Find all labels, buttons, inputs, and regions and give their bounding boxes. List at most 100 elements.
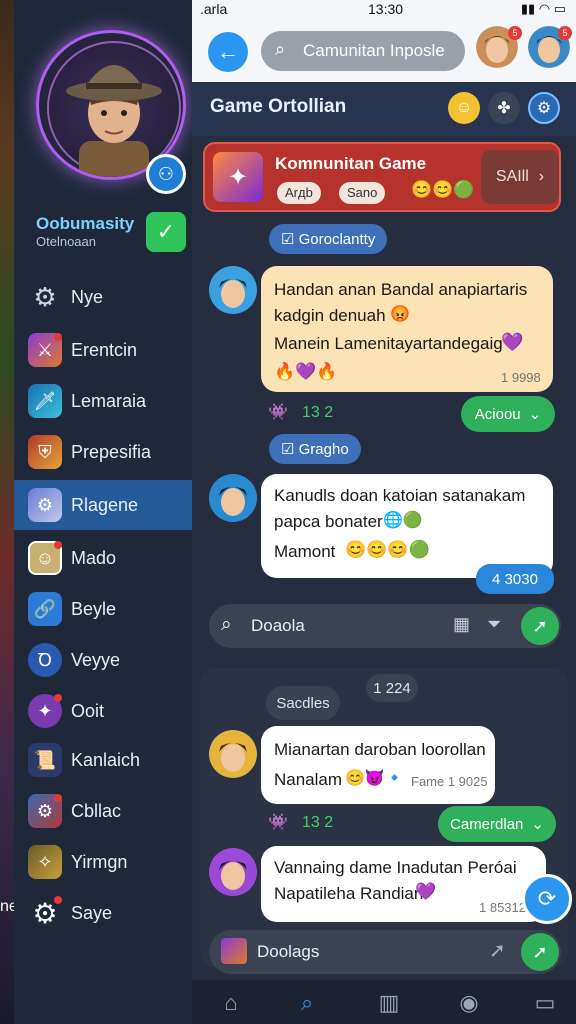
- message-text: Kanudls doan katoian satanakam: [274, 486, 526, 505]
- avatar[interactable]: [209, 474, 257, 522]
- search-icon[interactable]: ⌕: [292, 988, 322, 1018]
- message-input[interactable]: ⌕ Doaola ▦ ⏷ ➚: [209, 604, 561, 648]
- carrier-label: .arla: [200, 1, 228, 17]
- reaction-icon: 👾: [268, 404, 288, 421]
- chat-bubble[interactable]: Vannaing dame Inadutan Peróai Napatileha…: [261, 846, 546, 922]
- profile-card[interactable]: Oobumasity Otelnoaan ✓: [28, 210, 186, 254]
- sidebar-item-label: Lemaraia: [71, 390, 147, 411]
- send-icon: ➚: [532, 615, 548, 636]
- sidebar-item-rlagene[interactable]: ⚙ Rlagene: [14, 480, 192, 530]
- message-text: Handan anan Bandal anapiartaris: [274, 280, 528, 299]
- profile-icon[interactable]: ◉: [454, 988, 484, 1018]
- floating-action-button[interactable]: ⟳: [522, 874, 572, 924]
- chat-bubble[interactable]: Mianartan daroban loorollan Nanalam 😊😈🔹 …: [261, 726, 495, 804]
- emoji-reactions: 🔥💜🔥: [274, 362, 338, 381]
- notification-badge: 5: [508, 26, 522, 40]
- emoji-icon[interactable]: ☺: [448, 92, 480, 124]
- status-bar: .arla 13:30 ▮▮ ◠ ▭: [192, 0, 576, 20]
- sidebar-item-label: Nye: [71, 286, 104, 307]
- sidebar-item-erentcin[interactable]: ⚔ Erentcin: [14, 325, 192, 375]
- send-button[interactable]: ➚: [521, 933, 559, 971]
- treasure-icon: ✧: [28, 845, 62, 879]
- emoji-icon: 😡: [390, 306, 410, 323]
- action-label: Acioou: [474, 405, 521, 423]
- sidebar-item-yirmgn[interactable]: ✧ Yirmgn: [14, 837, 192, 887]
- search-placeholder: Camunitan Inposle: [303, 41, 445, 60]
- robot-icon: ⚙: [28, 488, 62, 522]
- sidebar-item-label: Rlagene: [71, 494, 139, 515]
- sidebar-item-nye[interactable]: ⚙ Nye: [14, 272, 192, 322]
- filter-icon[interactable]: ⏷: [487, 614, 501, 635]
- reaction-count: 13 2: [302, 814, 334, 831]
- sidebar-item-saye[interactable]: ⚙ Saye: [14, 888, 192, 938]
- search-icon: ⌕: [275, 39, 286, 59]
- sidebar-item-kanlaich[interactable]: 📜 Kanlaich: [14, 735, 192, 785]
- section-header: Game Ortollian ☺ ✤ ⚙: [192, 82, 576, 136]
- back-button[interactable]: ←: [208, 32, 248, 72]
- heart-icon: 💜: [415, 882, 437, 901]
- chat-label-pill[interactable]: ☑ Gragho: [269, 434, 361, 464]
- chevron-down-icon: ⌄: [531, 816, 544, 833]
- send-button[interactable]: ➚: [521, 607, 559, 645]
- bottom-message-input[interactable]: Doolags ➚ ➚: [209, 930, 561, 974]
- status-time: 13:30: [368, 1, 404, 17]
- link-icon: 🔗: [28, 592, 62, 626]
- chat-bubble[interactable]: Handan anan Bandal anapiartaris kadgin d…: [261, 266, 553, 392]
- search-input[interactable]: ⌕ Camunitan Inposle: [261, 31, 465, 71]
- game-tag[interactable]: Arдb: [277, 182, 321, 204]
- sidebar-item-label: Beyle: [71, 598, 117, 619]
- chat-label-pill[interactable]: ☑ Goroclantty: [269, 224, 388, 254]
- share-icon[interactable]: ➚: [489, 938, 506, 963]
- game-card[interactable]: ✦ Komnunitan Game Arдb Sano 😊😊🟢 SAIll ›: [203, 142, 561, 212]
- grid-icon[interactable]: ▦: [453, 614, 470, 635]
- chevron-down-icon: ⌄: [528, 406, 542, 423]
- sidebar-item-prepesifia[interactable]: ⛨ Prepesifia: [14, 427, 192, 477]
- notification-dot: [54, 541, 62, 549]
- avatar[interactable]: [209, 848, 257, 896]
- settings-icon[interactable]: ⚙: [528, 92, 560, 124]
- game-tag[interactable]: Sano: [339, 182, 386, 204]
- checkbox-icon: ☑: [281, 231, 299, 248]
- send-icon: ➚: [532, 941, 548, 962]
- sidebar-item-label: Prepesifia: [71, 441, 152, 462]
- fan-icon[interactable]: ✤: [488, 92, 520, 124]
- status-icons: ▮▮ ◠ ▭: [520, 1, 566, 16]
- emoji-reactions: 😊😈🔹: [345, 770, 405, 787]
- shield-icon: ⛨: [28, 435, 62, 469]
- sidebar-item-ooit[interactable]: ✦ Ooit: [14, 686, 192, 736]
- message-text: Nanalam: [274, 770, 343, 789]
- avatar[interactable]: [209, 266, 257, 314]
- message-text: papca bonater: [274, 512, 383, 531]
- section-pill[interactable]: Sacdles: [266, 686, 340, 720]
- scroll-icon: 📜: [28, 743, 62, 777]
- sidebar-item-cbllac[interactable]: ⚙ Cbllac: [14, 786, 192, 836]
- chat-bubble[interactable]: Kanudls doan katoian satanakam papca bon…: [261, 474, 553, 578]
- section-pill-label: Sacdles: [276, 694, 330, 712]
- game-thumbnail: [221, 938, 247, 964]
- section-title: Game Ortollian: [210, 96, 347, 117]
- message-text: kadgin denuah: [274, 306, 386, 325]
- message-time: 1 85312: [479, 900, 526, 915]
- checkbox-icon: ☑: [281, 441, 299, 458]
- map-icon[interactable]: ▥: [374, 988, 404, 1018]
- sidebar-item-lemaraia[interactable]: 🗡 Lemaraia: [14, 376, 192, 426]
- home-icon[interactable]: ⌂: [216, 988, 246, 1018]
- sword-icon: 🗡: [28, 384, 62, 418]
- check-icon[interactable]: ✓: [146, 212, 186, 252]
- message-text: Mianartan daroban loorollan: [274, 740, 486, 759]
- sidebar-item-beyle[interactable]: 🔗 Beyle: [14, 584, 192, 634]
- avatar[interactable]: [209, 730, 257, 778]
- input-text: Doaola: [251, 616, 305, 635]
- timestamp-badge: 4 3030: [476, 564, 554, 594]
- action-button[interactable]: Acioou ⌄: [461, 396, 555, 432]
- sidebar-item-label: Ooit: [71, 700, 105, 721]
- sidebar-item-veyye[interactable]: Ꝺ Veyye: [14, 635, 192, 685]
- messages-icon[interactable]: ▭: [530, 988, 560, 1018]
- time-pill: 1 224: [366, 674, 418, 702]
- notification-badge: 5: [558, 26, 572, 40]
- game-dropdown-button[interactable]: SAIll ›: [481, 150, 559, 204]
- profile-status-icon[interactable]: ⚇: [146, 154, 186, 194]
- sidebar-item-mado[interactable]: ☺ Mado: [14, 533, 192, 583]
- emoji-reactions: 😊😊😊🟢: [345, 540, 430, 559]
- action-button[interactable]: Camerdlan ⌄: [438, 806, 556, 842]
